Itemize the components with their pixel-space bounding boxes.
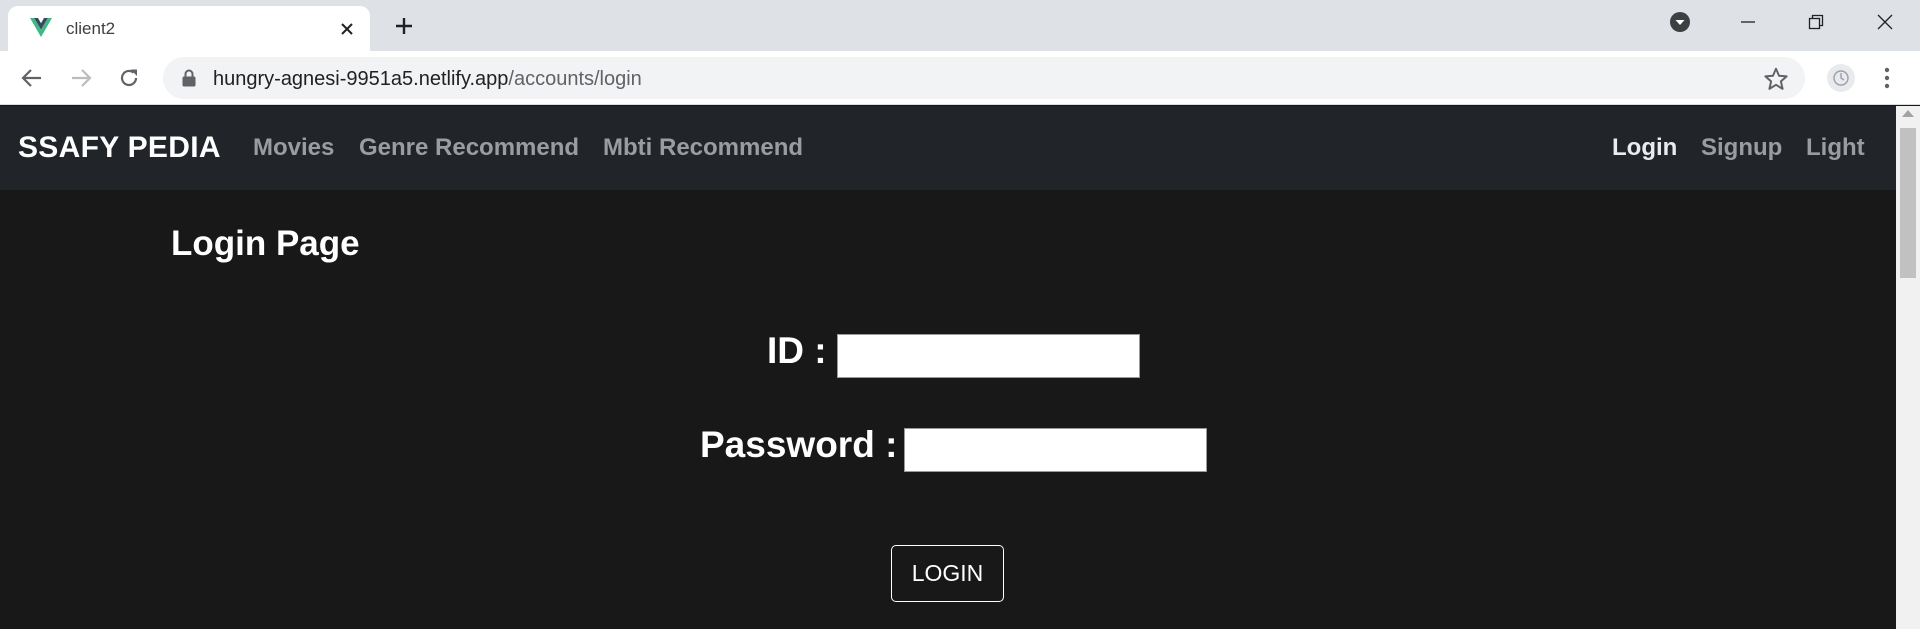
plus-icon[interactable]	[390, 12, 418, 40]
minimize-icon[interactable]	[1736, 10, 1760, 34]
close-icon[interactable]	[336, 18, 358, 40]
nav-link-genre-recommend[interactable]: Genre Recommend	[359, 134, 579, 162]
password-label: Password :	[700, 424, 898, 465]
id-input[interactable]	[837, 334, 1140, 378]
nav-link-signup[interactable]: Signup	[1701, 134, 1782, 162]
lock-icon	[182, 69, 196, 87]
restore-icon[interactable]	[1804, 10, 1828, 34]
url-text: hungry-agnesi-9951a5.netlify.app/account…	[213, 68, 642, 91]
page-scrollbar[interactable]	[1896, 106, 1920, 629]
tab-search-icon[interactable]	[1668, 10, 1692, 34]
arrow-left-icon[interactable]	[19, 65, 45, 91]
browser-tabstrip: client2	[0, 0, 1920, 51]
tab-title: client2	[66, 19, 116, 38]
browser-tab[interactable]: client2	[8, 6, 370, 51]
login-button[interactable]: LOGIN	[891, 545, 1004, 602]
browser-toolbar: hungry-agnesi-9951a5.netlify.app/account…	[0, 51, 1920, 105]
star-icon[interactable]	[1763, 66, 1789, 92]
reload-icon[interactable]	[116, 65, 142, 91]
scroll-up-arrow-icon[interactable]	[1902, 110, 1914, 117]
nav-link-movies[interactable]: Movies	[253, 134, 334, 162]
arrow-right-icon[interactable]	[68, 65, 94, 91]
page-viewport: SSAFY PEDIA Movies Genre Recommend Mbti …	[0, 106, 1896, 629]
nav-link-login[interactable]: Login	[1612, 134, 1677, 162]
nav-link-light[interactable]: Light	[1806, 134, 1865, 162]
id-label: ID :	[767, 330, 827, 371]
vue-logo-icon	[30, 18, 52, 37]
kebab-menu-icon[interactable]	[1877, 64, 1897, 92]
url-path: /accounts/login	[508, 68, 642, 90]
scrollbar-thumb[interactable]	[1900, 128, 1916, 278]
url-host: hungry-agnesi-9951a5.netlify.app	[213, 68, 509, 90]
brand-link[interactable]: SSAFY PEDIA	[18, 131, 221, 165]
address-bar[interactable]: hungry-agnesi-9951a5.netlify.app/account…	[163, 57, 1805, 99]
nav-link-mbti-recommend[interactable]: Mbti Recommend	[603, 134, 803, 162]
site-navbar: SSAFY PEDIA Movies Genre Recommend Mbti …	[0, 106, 1896, 190]
window-close-icon[interactable]	[1873, 10, 1897, 34]
page-title: Login Page	[171, 224, 360, 263]
password-input[interactable]	[904, 428, 1207, 472]
profile-icon[interactable]	[1827, 64, 1855, 92]
